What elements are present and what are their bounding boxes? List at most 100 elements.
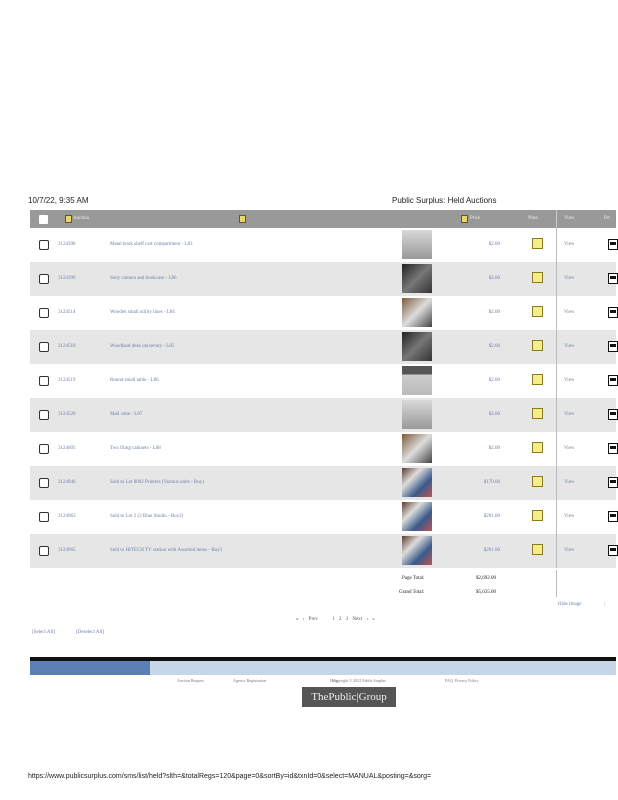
row-checkbox[interactable] (39, 410, 49, 420)
auction-title-link[interactable]: Sold to Lot 8002 Printers (Various units… (110, 480, 204, 485)
hide-image-link[interactable]: Hide Image (558, 602, 581, 607)
note-icon[interactable] (532, 510, 543, 521)
view-link[interactable]: View (564, 548, 575, 553)
auction-thumbnail[interactable] (402, 536, 432, 565)
auction-thumbnail[interactable] (402, 264, 432, 293)
auction-title-link[interactable]: Metal book shelf cart compartment - L83 (110, 242, 192, 247)
print-icon[interactable] (608, 273, 618, 284)
row-checkbox[interactable] (39, 376, 49, 386)
auction-id[interactable]: 3124398 (58, 242, 76, 247)
view-link[interactable]: View (564, 412, 575, 417)
view-link[interactable]: View (564, 480, 575, 485)
note-icon[interactable] (532, 374, 543, 385)
public-group-logo: ThePublic|Group (302, 687, 396, 707)
header-price[interactable]: Price (470, 216, 480, 221)
last-page-link[interactable]: » (372, 617, 375, 622)
footer-accent (30, 661, 150, 675)
auction-id[interactable]: 3124946 (58, 480, 76, 485)
view-link[interactable]: View (564, 344, 575, 349)
print-timestamp: 10/7/22, 9:35 AM (28, 196, 89, 205)
note-icon[interactable] (532, 272, 543, 283)
auction-thumbnail[interactable] (402, 366, 432, 395)
prev-page-link[interactable]: Prev (309, 617, 318, 622)
note-icon[interactable] (532, 476, 543, 487)
print-icon[interactable] (608, 477, 618, 488)
auction-title-link[interactable]: Sold to HITECH TV station with Assorted … (110, 548, 222, 553)
print-icon[interactable] (608, 307, 618, 318)
print-icon[interactable] (608, 375, 618, 386)
print-icon[interactable] (608, 341, 618, 352)
row-checkbox[interactable] (39, 546, 49, 556)
sort-icon[interactable] (239, 215, 246, 223)
auction-price: $2.00 (488, 276, 500, 281)
print-icon[interactable] (608, 239, 618, 250)
auction-id[interactable]: 3124399 (58, 276, 76, 281)
auction-id[interactable]: 3124518 (58, 344, 76, 349)
auction-id[interactable]: 3124520 (58, 412, 76, 417)
row-checkbox[interactable] (39, 342, 49, 352)
auction-title-link[interactable]: Mail cube - L87 (110, 412, 142, 417)
auction-thumbnail[interactable] (402, 468, 432, 497)
footer-link[interactable]: Agency Registration (233, 678, 266, 683)
print-icon[interactable] (608, 545, 618, 556)
row-checkbox[interactable] (39, 444, 49, 454)
row-checkbox[interactable] (39, 308, 49, 318)
next-arrow-icon[interactable]: › (366, 617, 368, 622)
footer-link[interactable]: Auction Request (177, 678, 204, 683)
view-link[interactable]: View (564, 242, 575, 247)
select-all-link[interactable]: [Select All] (32, 630, 55, 635)
print-icon[interactable] (608, 443, 618, 454)
auction-title-link[interactable]: Round small table - L86 (110, 378, 159, 383)
note-icon[interactable] (532, 544, 543, 555)
auction-thumbnail[interactable] (402, 332, 432, 361)
prev-arrow-icon[interactable]: ‹ (303, 617, 305, 622)
view-link[interactable]: View (564, 446, 575, 451)
totals: Page Total: $2,692.00 Grand Total: $5,63… (30, 570, 616, 610)
note-icon[interactable] (532, 340, 543, 351)
view-link[interactable]: View (564, 514, 575, 519)
auction-thumbnail[interactable] (402, 298, 432, 327)
auction-thumbnail[interactable] (402, 400, 432, 429)
next-page-link[interactable]: Next (352, 617, 362, 622)
auction-id[interactable]: 3124605 (58, 446, 76, 451)
auction-id[interactable]: 3124965 (58, 548, 76, 553)
view-link[interactable]: View (564, 276, 575, 281)
note-icon[interactable] (532, 442, 543, 453)
auction-id[interactable]: 3124519 (58, 378, 76, 383)
auction-thumbnail[interactable] (402, 434, 432, 463)
row-checkbox[interactable] (39, 478, 49, 488)
print-icon[interactable] (608, 409, 618, 420)
row-checkbox[interactable] (39, 240, 49, 250)
auction-id[interactable]: 3124514 (58, 310, 76, 315)
page-link-2[interactable]: 2 (339, 617, 342, 622)
auction-title-link[interactable]: Wooden small utility lines - L84 (110, 310, 175, 315)
header-auction[interactable]: Auction (73, 216, 89, 221)
footer-link[interactable]: FAQ (445, 678, 453, 683)
page-link-1[interactable]: 1 (332, 617, 335, 622)
note-icon[interactable] (532, 408, 543, 419)
auction-title-link[interactable]: Sold to Lot 2 (3 Blue Studio - Buy2) (110, 514, 183, 519)
sort-icon[interactable] (65, 215, 72, 223)
deselect-all-link[interactable]: [Deselect All] (76, 630, 104, 635)
sort-icon[interactable] (461, 215, 468, 223)
view-link[interactable]: View (564, 378, 575, 383)
auction-thumbnail[interactable] (402, 502, 432, 531)
auction-thumbnail[interactable] (402, 230, 432, 259)
page-link-3[interactable]: 3 (346, 617, 349, 622)
auction-title-link[interactable]: Woodland desk university - L85 (110, 344, 174, 349)
table-row: 3124520 Mail cube - L87 $2.00 View (30, 398, 618, 432)
print-page-title: Public Surplus: Held Auctions (392, 196, 497, 205)
note-icon[interactable] (532, 238, 543, 249)
auction-title-link[interactable]: Two filing cabinets - L88 (110, 446, 161, 451)
print-icon[interactable] (608, 511, 618, 522)
note-icon[interactable] (532, 306, 543, 317)
select-all-checkbox[interactable] (39, 215, 48, 224)
auction-title-link[interactable]: Sony camera and bookcase - L86 (110, 276, 177, 281)
footer-bar (30, 657, 616, 675)
view-link[interactable]: View (564, 310, 575, 315)
auction-id[interactable]: 3124963 (58, 514, 76, 519)
row-checkbox[interactable] (39, 512, 49, 522)
footer-link[interactable]: Privacy Policy (455, 678, 478, 683)
first-page-link[interactable]: « (296, 617, 299, 622)
row-checkbox[interactable] (39, 274, 49, 284)
